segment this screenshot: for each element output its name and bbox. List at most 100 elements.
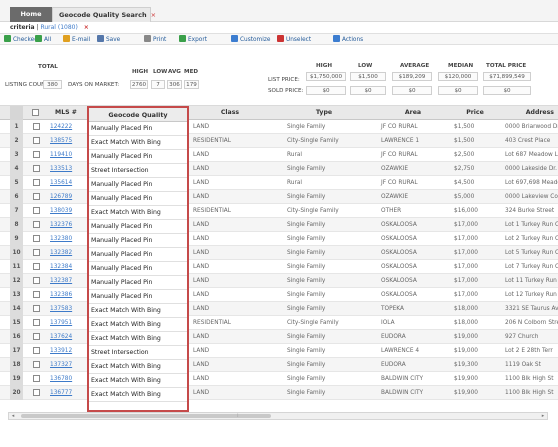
toolbar-all-button[interactable]: All bbox=[35, 35, 51, 45]
mls-link[interactable]: 136780 bbox=[47, 372, 85, 386]
row-checkbox[interactable] bbox=[27, 218, 43, 232]
table-row[interactable]: 8 132376 LAND Single Family OSKALOOSA $17,000… bbox=[0, 218, 558, 232]
mls-link[interactable]: 135614 bbox=[47, 176, 85, 190]
mls-link[interactable]: 132376 bbox=[47, 218, 85, 232]
price-cell: $17,000 bbox=[454, 278, 478, 284]
class-cell: LAND bbox=[193, 348, 210, 354]
mls-link[interactable]: 138039 bbox=[47, 204, 85, 218]
table-row[interactable]: 6 126789 LAND Single Family OZAWKIE $5,000 000… bbox=[0, 190, 558, 204]
table-row[interactable]: 15 137951 RESIDENTIAL City-Single Family IOL… bbox=[0, 316, 558, 330]
scrollbar-thumb[interactable] bbox=[21, 414, 271, 418]
table-row[interactable]: 3 119410 LAND Rural JF CO RURAL $2,500 Lot 687… bbox=[0, 148, 558, 162]
table-row[interactable]: 14 137583 LAND Single Family TOPEKA $18,000 33… bbox=[0, 302, 558, 316]
address-column-header[interactable]: Address bbox=[502, 106, 558, 120]
mls-column-header[interactable]: MLS # bbox=[47, 106, 85, 120]
price-column-header[interactable]: Price bbox=[451, 106, 499, 120]
mls-link[interactable]: 126789 bbox=[47, 190, 85, 204]
table-row[interactable]: 7 138039 RESIDENTIAL City-Single Family OTHE… bbox=[0, 204, 558, 218]
row-checkbox[interactable] bbox=[27, 372, 43, 386]
tab-home[interactable]: Home bbox=[10, 7, 52, 22]
row-checkbox[interactable] bbox=[27, 162, 43, 176]
mls-link[interactable]: 132386 bbox=[47, 288, 85, 302]
price-cell: $18,000 bbox=[454, 320, 478, 326]
mls-link[interactable]: 132387 bbox=[47, 274, 85, 288]
table-row[interactable]: 11 132384 LAND Single Family OSKALOOSA $17,00… bbox=[0, 260, 558, 274]
criteria-close-icon[interactable]: × bbox=[84, 24, 89, 31]
scroll-left-arrow-icon[interactable]: ◂ bbox=[9, 413, 17, 419]
toolbar-unselect-button[interactable]: Unselect bbox=[277, 35, 311, 45]
row-checkbox[interactable] bbox=[27, 316, 43, 330]
table-row[interactable]: 5 135614 LAND Rural JF CO RURAL $4,500 Lot 697… bbox=[0, 176, 558, 190]
row-checkbox[interactable] bbox=[27, 358, 43, 372]
mls-link[interactable]: 132382 bbox=[47, 246, 85, 260]
type-cell: Single Family bbox=[287, 278, 326, 284]
toolbar-customize-button[interactable]: Customize bbox=[231, 35, 270, 45]
mls-link[interactable]: 124222 bbox=[47, 120, 85, 134]
mls-link[interactable]: 137624 bbox=[47, 330, 85, 344]
row-checkbox[interactable] bbox=[27, 190, 43, 204]
mls-link[interactable]: 138575 bbox=[47, 134, 85, 148]
area-column-header[interactable]: Area bbox=[378, 106, 448, 120]
row-checkbox[interactable] bbox=[27, 148, 43, 162]
criteria-value[interactable]: Rural (1080) bbox=[40, 24, 77, 31]
class-cell: LAND bbox=[193, 124, 210, 130]
row-checkbox[interactable] bbox=[27, 274, 43, 288]
toolbar-e-mail-button[interactable]: E-mail bbox=[63, 35, 90, 45]
mls-link[interactable]: 133912 bbox=[47, 344, 85, 358]
toolbar-actions-button[interactable]: Actions bbox=[333, 35, 363, 45]
row-checkbox[interactable] bbox=[27, 260, 43, 274]
tab-geocode-quality-search[interactable]: Geocode Quality Search × bbox=[52, 7, 156, 22]
mls-link[interactable]: 137583 bbox=[47, 302, 85, 316]
row-checkbox[interactable] bbox=[27, 232, 43, 246]
mls-link[interactable]: 132384 bbox=[47, 260, 85, 274]
table-row[interactable]: 9 132380 LAND Single Family OSKALOOSA $17,000… bbox=[0, 232, 558, 246]
row-number: 5 bbox=[10, 176, 23, 190]
horizontal-scrollbar[interactable]: ◂ ⁞ ▸ bbox=[8, 412, 548, 420]
area-cell: OSKALOOSA bbox=[381, 236, 417, 242]
row-checkbox[interactable] bbox=[27, 386, 43, 400]
row-checkbox[interactable] bbox=[27, 330, 43, 344]
price-header-average: AVERAGE bbox=[400, 63, 430, 69]
toolbar-print-button[interactable]: Print bbox=[144, 35, 166, 45]
row-checkbox[interactable] bbox=[27, 176, 43, 190]
geocode-quality-column-header[interactable]: Geocode Quality bbox=[89, 108, 187, 122]
toolbar: Checked All E-mail Save Print Export Customize… bbox=[0, 33, 558, 45]
table-row[interactable]: 19 136780 LAND Single Family BALDWIN CITY $19… bbox=[0, 372, 558, 386]
mls-link[interactable]: 136777 bbox=[47, 386, 85, 400]
table-row[interactable]: 20 136777 LAND Single Family BALDWIN CITY $19… bbox=[0, 386, 558, 400]
area-cell: OSKALOOSA bbox=[381, 278, 417, 284]
type-column-header[interactable]: Type bbox=[284, 106, 364, 120]
table-row[interactable]: 17 133912 LAND Single Family LAWRENCE 4 $19,0… bbox=[0, 344, 558, 358]
mls-link[interactable]: 137327 bbox=[47, 358, 85, 372]
geocode-quality-cell: Manually Placed Pin bbox=[89, 248, 187, 262]
tab-close-icon[interactable]: × bbox=[151, 11, 156, 19]
row-checkbox[interactable] bbox=[27, 204, 43, 218]
row-checkbox[interactable] bbox=[27, 344, 43, 358]
class-cell: RESIDENTIAL bbox=[193, 208, 231, 214]
mls-link[interactable]: 137951 bbox=[47, 316, 85, 330]
table-row[interactable]: 12 132387 LAND Single Family OSKALOOSA $17,00… bbox=[0, 274, 558, 288]
type-cell: Single Family bbox=[287, 362, 326, 368]
row-checkbox[interactable] bbox=[27, 288, 43, 302]
mls-link[interactable]: 132380 bbox=[47, 232, 85, 246]
toolbar-checked-button[interactable]: Checked bbox=[4, 35, 38, 45]
scroll-right-arrow-icon[interactable]: ▸ bbox=[539, 413, 547, 419]
table-row[interactable]: 16 137624 LAND Single Family EUDORA $19,000 92… bbox=[0, 330, 558, 344]
table-row[interactable]: 18 137327 LAND Single Family EUDORA $19,300 11… bbox=[0, 358, 558, 372]
toolbar-export-button[interactable]: Export bbox=[179, 35, 207, 45]
table-row[interactable]: 13 132386 LAND Single Family OSKALOOSA $17,00… bbox=[0, 288, 558, 302]
table-row[interactable]: 4 133513 LAND Single Family OZAWKIE $2,750 000… bbox=[0, 162, 558, 176]
row-checkbox[interactable] bbox=[27, 302, 43, 316]
select-all-checkbox[interactable] bbox=[27, 106, 43, 120]
row-checkbox[interactable] bbox=[27, 120, 43, 134]
class-column-header[interactable]: Class bbox=[190, 106, 270, 120]
table-row[interactable]: 1 124222 LAND Single Family JF CO RURAL $1,50… bbox=[0, 120, 558, 134]
row-checkbox[interactable] bbox=[27, 246, 43, 260]
mls-link[interactable]: 119410 bbox=[47, 148, 85, 162]
address-cell: Lot 11 Turkey Run Circle bbox=[505, 278, 558, 284]
table-row[interactable]: 2 138575 RESIDENTIAL City-Single Family LAWR… bbox=[0, 134, 558, 148]
toolbar-save-button[interactable]: Save bbox=[97, 35, 120, 45]
mls-link[interactable]: 133513 bbox=[47, 162, 85, 176]
table-row[interactable]: 10 132382 LAND Single Family OSKALOOSA $17,00… bbox=[0, 246, 558, 260]
row-checkbox[interactable] bbox=[27, 134, 43, 148]
